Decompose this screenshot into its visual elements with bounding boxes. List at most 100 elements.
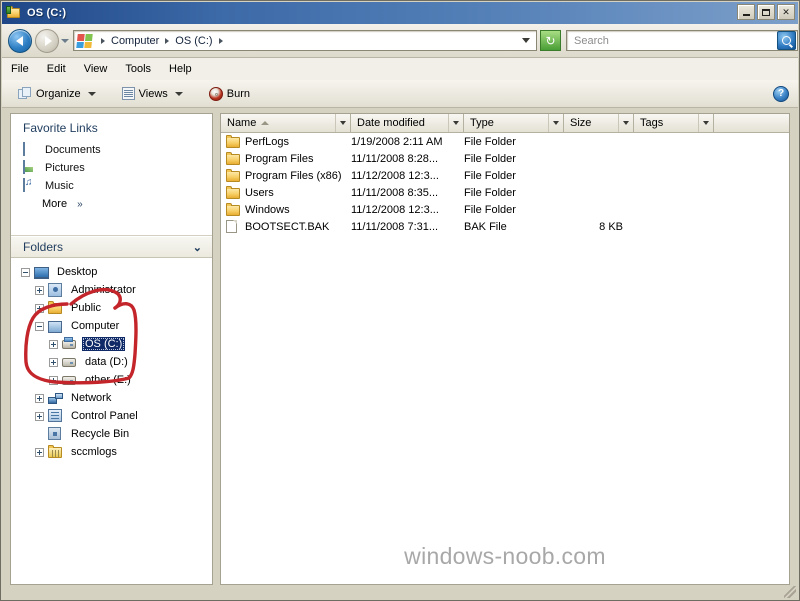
views-button[interactable]: Views bbox=[116, 83, 189, 105]
column-filter-chevron-down-icon[interactable] bbox=[618, 114, 633, 132]
tree-item-computer[interactable]: Computer bbox=[11, 317, 212, 335]
window-controls: ✕ bbox=[737, 4, 795, 20]
column-filter-chevron-down-icon[interactable] bbox=[448, 114, 463, 132]
column-header-name[interactable]: Name bbox=[221, 114, 351, 132]
toolbar: Organize Views Burn ? bbox=[2, 80, 798, 108]
expand-plus-icon[interactable] bbox=[35, 303, 44, 313]
sort-ascending-icon bbox=[261, 121, 270, 125]
network-icon bbox=[48, 391, 64, 406]
tree-item-label: Computer bbox=[71, 320, 120, 332]
file-date-cell: 11/12/2008 12:3... bbox=[351, 169, 439, 182]
menu-edit[interactable]: Edit bbox=[38, 61, 75, 77]
file-name-cell: Windows bbox=[221, 203, 351, 216]
expand-plus-icon[interactable] bbox=[35, 411, 44, 421]
folders-section-header[interactable]: Folders ⌄ bbox=[11, 236, 212, 258]
folder-icon bbox=[48, 300, 64, 316]
chevron-down-icon bbox=[174, 91, 183, 96]
back-arrow-icon[interactable] bbox=[8, 28, 32, 53]
column-header-label: Date modified bbox=[357, 117, 425, 129]
organize-button[interactable]: Organize bbox=[12, 83, 102, 105]
tree-item-sccmlogs[interactable]: sccmlogs bbox=[11, 443, 212, 461]
tree-item-control-panel[interactable]: Control Panel bbox=[11, 407, 212, 425]
tree-item-public[interactable]: Public bbox=[11, 299, 212, 317]
address-chevron-down-icon[interactable] bbox=[522, 38, 530, 43]
tree-item-other-e[interactable]: other (E:) bbox=[11, 371, 212, 389]
search-icon[interactable] bbox=[777, 31, 796, 50]
table-row[interactable]: BOOTSECT.BAK 11/11/2008 7:31... BAK File 8 … bbox=[221, 218, 789, 235]
sidebar-item-documents[interactable]: Documents bbox=[11, 141, 212, 159]
burn-button[interactable]: Burn bbox=[203, 83, 256, 105]
column-header-tags[interactable]: Tags bbox=[634, 114, 714, 132]
organize-label: Organize bbox=[36, 87, 81, 100]
tree-item-recycle-bin[interactable]: Recycle Bin bbox=[11, 425, 212, 443]
column-header-type[interactable]: Type bbox=[464, 114, 564, 132]
recycle-bin-icon bbox=[48, 426, 64, 442]
tree-item-data-d[interactable]: data (D:) bbox=[11, 353, 212, 371]
menu-file[interactable]: File bbox=[2, 61, 38, 77]
column-filter-chevron-down-icon[interactable] bbox=[548, 114, 563, 132]
sidebar-item-music[interactable]: Music bbox=[11, 177, 212, 195]
column-header-date-modified[interactable]: Date modified bbox=[351, 114, 464, 132]
column-filter-chevron-down-icon[interactable] bbox=[698, 114, 713, 132]
file-list: PerfLogs 1/19/2008 2:11 AM File Folder Prog… bbox=[221, 133, 789, 235]
address-input[interactable]: Computer OS (C:) bbox=[73, 30, 537, 51]
expand-plus-icon[interactable] bbox=[49, 357, 58, 367]
resize-grip[interactable] bbox=[784, 586, 796, 598]
expand-plus-icon[interactable] bbox=[35, 285, 44, 295]
expand-plus-icon[interactable] bbox=[35, 393, 44, 403]
window-title: OS (C:) bbox=[27, 7, 67, 19]
forward-arrow-icon[interactable] bbox=[35, 28, 59, 53]
sidebar-item-pictures[interactable]: Pictures bbox=[11, 159, 212, 177]
tree-item-network[interactable]: Network bbox=[11, 389, 212, 407]
help-icon[interactable]: ? bbox=[773, 85, 789, 102]
breadcrumb-separator-icon[interactable] bbox=[165, 37, 170, 44]
collapse-minus-icon[interactable] bbox=[35, 321, 44, 331]
tree-item-administrator[interactable]: Administrator bbox=[11, 281, 212, 299]
breadcrumb-computer[interactable]: Computer bbox=[111, 35, 159, 47]
expand-plus-icon[interactable] bbox=[35, 447, 44, 457]
sidebar-item-more[interactable]: More » bbox=[11, 195, 212, 213]
table-row[interactable]: PerfLogs 1/19/2008 2:11 AM File Folder bbox=[221, 133, 789, 150]
drive-icon bbox=[62, 355, 78, 370]
refresh-icon[interactable]: ↻ bbox=[540, 30, 561, 51]
breadcrumb-separator-icon[interactable] bbox=[218, 37, 223, 44]
menu-view[interactable]: View bbox=[75, 61, 117, 77]
table-row[interactable]: Program Files 11/11/2008 8:28... File Fold… bbox=[221, 150, 789, 167]
file-date-cell: 1/19/2008 2:11 AM bbox=[351, 135, 443, 148]
expand-plus-icon[interactable] bbox=[49, 339, 58, 349]
menu-help[interactable]: Help bbox=[160, 61, 201, 77]
menu-tools[interactable]: Tools bbox=[116, 61, 160, 77]
tree-item-desktop[interactable]: Desktop bbox=[11, 263, 212, 281]
search-box[interactable] bbox=[566, 30, 798, 51]
table-row[interactable]: Users 11/11/2008 8:35... File Folder bbox=[221, 184, 789, 201]
double-chevron-right-icon: » bbox=[77, 198, 83, 210]
file-name-cell: PerfLogs bbox=[221, 135, 351, 148]
tree-item-os-c[interactable]: OS (C:) bbox=[11, 335, 212, 353]
breadcrumb-separator-icon[interactable] bbox=[101, 37, 105, 44]
navigation-pane: Favorite Links Documents Pictures Music … bbox=[10, 113, 213, 585]
table-row[interactable]: Windows 11/12/2008 12:3... File Folder bbox=[221, 201, 789, 218]
documents-icon bbox=[23, 142, 38, 157]
column-filter-chevron-down-icon[interactable] bbox=[335, 114, 350, 132]
file-name-label: Program Files (x86) bbox=[245, 169, 342, 182]
breadcrumb-os-c[interactable]: OS (C:) bbox=[175, 35, 212, 47]
search-input[interactable] bbox=[572, 33, 774, 48]
watermark: windows-noob.com bbox=[404, 543, 606, 569]
collapse-minus-icon[interactable] bbox=[21, 267, 30, 277]
chevron-down-icon: ⌄ bbox=[192, 241, 202, 254]
close-button[interactable]: ✕ bbox=[777, 4, 795, 20]
file-type-cell: File Folder bbox=[464, 152, 516, 165]
minimize-button[interactable] bbox=[737, 4, 755, 20]
column-header-size[interactable]: Size bbox=[564, 114, 634, 132]
column-header-label: Name bbox=[227, 117, 257, 129]
maximize-button[interactable] bbox=[757, 4, 775, 20]
logs-folder-icon bbox=[48, 444, 64, 460]
table-row[interactable]: Program Files (x86) 11/12/2008 12:3... Fil… bbox=[221, 167, 789, 184]
column-header-label: Tags bbox=[640, 117, 664, 129]
history-chevron-down-icon[interactable] bbox=[61, 38, 69, 43]
file-size-cell: 8 KB bbox=[599, 220, 623, 233]
file-name-cell: Users bbox=[221, 186, 351, 199]
file-name-label: Users bbox=[245, 186, 274, 199]
expand-plus-icon[interactable] bbox=[49, 375, 58, 385]
folder-icon bbox=[226, 186, 240, 199]
